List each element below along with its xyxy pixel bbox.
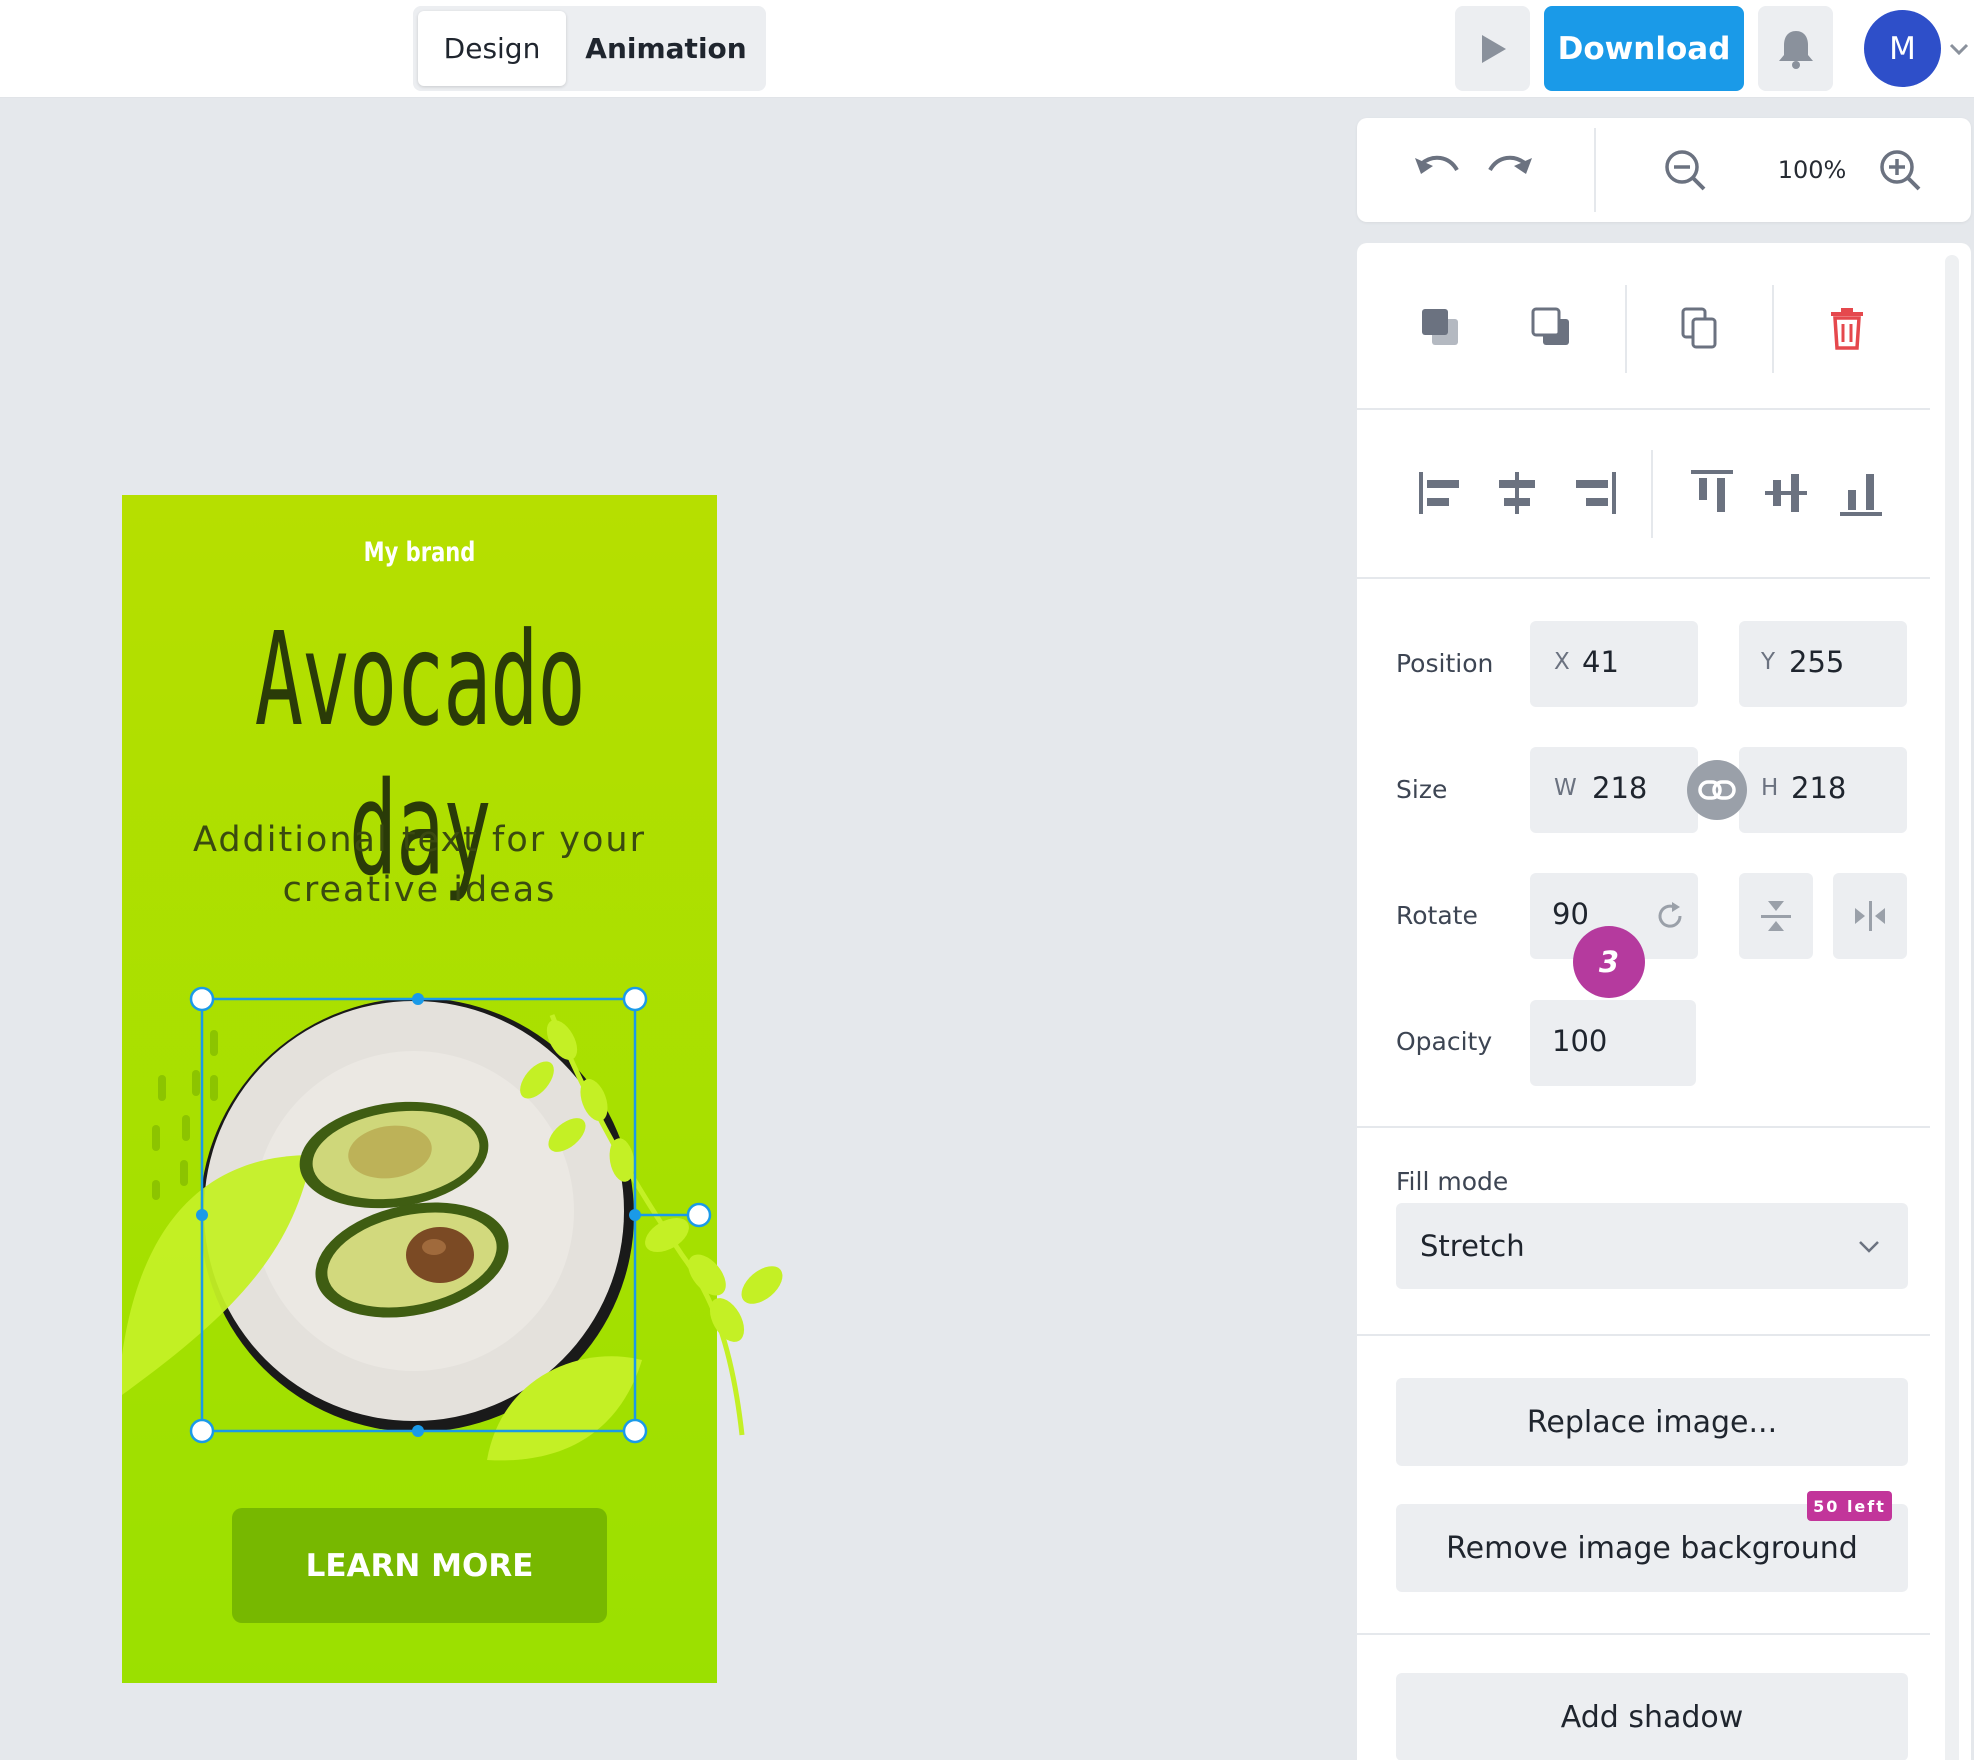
separator [1357,1334,1930,1336]
rotate-icon[interactable] [1656,901,1686,931]
fill-mode-value: Stretch [1420,1229,1525,1263]
position-label: Position [1396,649,1494,678]
top-bar: Design Animation Download M [0,0,1974,98]
zoom-out-icon[interactable] [1657,142,1713,198]
rotate-label: Rotate [1396,901,1478,930]
tab-animation[interactable]: Animation [571,11,761,86]
send-backward-icon[interactable] [1522,298,1582,358]
size-w-input[interactable]: W 218 [1530,747,1698,833]
y-prefix: Y [1761,649,1776,675]
learn-more-button[interactable]: LEARN MORE [232,1508,607,1623]
history-zoom-toolbar: 100% [1357,118,1971,222]
divider [1772,285,1774,373]
align-left-icon[interactable] [1414,465,1470,521]
replace-image-button[interactable]: Replace image... [1396,1378,1908,1466]
add-shadow-button[interactable]: Add shadow [1396,1673,1908,1760]
y-value: 255 [1789,645,1845,679]
separator [1357,1126,1930,1128]
h-value: 218 [1791,771,1847,805]
play-preview-button[interactable] [1455,6,1530,91]
link-icon [1698,780,1736,800]
separator [1357,1633,1930,1635]
align-center-icon[interactable] [1489,465,1545,521]
fill-mode-label: Fill mode [1396,1167,1509,1196]
x-prefix: X [1554,649,1570,675]
flip-vertical-button[interactable] [1739,873,1813,959]
chevron-down-icon[interactable] [1946,36,1972,62]
flip-horizontal-button[interactable] [1833,873,1907,959]
separator [1357,408,1930,410]
opacity-value: 100 [1552,1024,1608,1058]
opacity-input[interactable]: 100 [1530,1000,1696,1086]
x-value: 41 [1582,645,1619,679]
undo-icon[interactable] [1409,142,1465,198]
trash-icon[interactable] [1817,298,1877,358]
bring-forward-icon[interactable] [1411,298,1471,358]
align-middle-icon[interactable] [1758,465,1814,521]
tab-design[interactable]: Design [418,11,566,86]
notifications-button[interactable] [1758,6,1833,91]
position-x-input[interactable]: X 41 [1530,621,1698,707]
align-bottom-icon[interactable] [1833,465,1889,521]
panel-scrollbar[interactable] [1945,255,1959,1760]
position-y-input[interactable]: Y 255 [1739,621,1907,707]
w-prefix: W [1554,775,1577,801]
size-label: Size [1396,775,1448,804]
play-icon [1481,34,1506,63]
zoom-in-icon[interactable] [1872,142,1928,198]
flip-vertical-icon [1761,901,1791,931]
toolbar-divider [1594,128,1596,212]
size-h-input[interactable]: H 218 [1739,747,1907,833]
separator [1357,577,1930,579]
align-top-icon[interactable] [1684,465,1740,521]
divider [1625,285,1627,373]
download-button[interactable]: Download [1544,6,1744,91]
align-right-icon[interactable] [1565,465,1621,521]
h-prefix: H [1761,775,1779,801]
credits-left-badge: 50 left [1807,1491,1892,1521]
flip-horizontal-icon [1855,901,1885,931]
fill-mode-select[interactable]: Stretch [1396,1203,1908,1289]
lock-aspect-ratio-button[interactable] [1687,760,1747,820]
duplicate-icon[interactable] [1670,298,1730,358]
bell-icon [1778,30,1813,69]
properties-panel: Position X 41 Y 255 Size W 218 H 218 Rot… [1357,243,1971,1760]
user-avatar[interactable]: M [1864,10,1941,87]
mode-tabs: Design Animation [413,6,766,91]
step-badge: 3 [1573,926,1645,998]
divider [1651,450,1653,538]
redo-icon[interactable] [1482,142,1538,198]
opacity-label: Opacity [1396,1027,1493,1056]
rotate-value: 90 [1552,897,1589,931]
zoom-level[interactable]: 100% [1737,148,1887,192]
chevron-down-icon [1859,1241,1879,1253]
w-value: 218 [1592,771,1648,805]
design-artwork [122,986,783,1461]
design-canvas[interactable]: My brand Avocado day Additional text for… [122,495,783,1683]
